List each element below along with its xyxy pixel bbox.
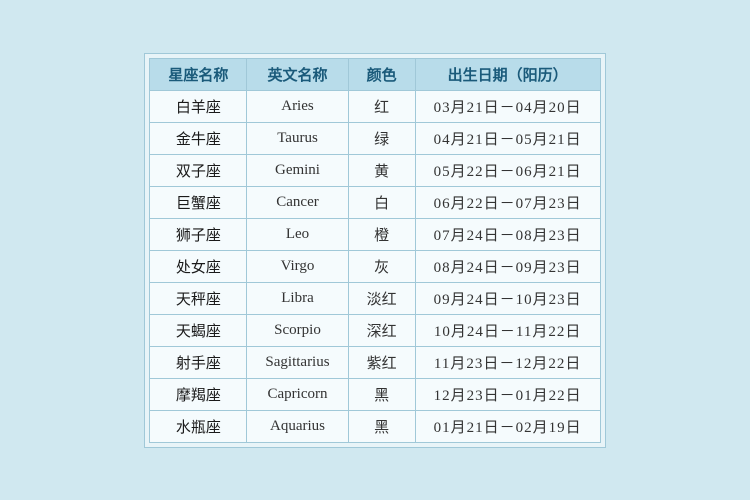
cell-color: 绿 xyxy=(348,122,415,154)
cell-english-name: Gemini xyxy=(247,154,348,186)
header-english-name: 英文名称 xyxy=(247,58,348,90)
cell-color: 黄 xyxy=(348,154,415,186)
table-body: 白羊座Aries红03月21日－04月20日金牛座Taurus绿04月21日－0… xyxy=(150,90,600,442)
cell-chinese-name: 天蝎座 xyxy=(150,314,247,346)
cell-english-name: Cancer xyxy=(247,186,348,218)
zodiac-table-container: 星座名称 英文名称 颜色 出生日期（阳历） 白羊座Aries红03月21日－04… xyxy=(144,53,605,448)
table-row: 天蝎座Scorpio深红10月24日－11月22日 xyxy=(150,314,600,346)
cell-dates: 05月22日－06月21日 xyxy=(415,154,600,186)
header-color: 颜色 xyxy=(348,58,415,90)
cell-english-name: Virgo xyxy=(247,250,348,282)
cell-color: 灰 xyxy=(348,250,415,282)
cell-color: 黑 xyxy=(348,378,415,410)
cell-dates: 08月24日－09月23日 xyxy=(415,250,600,282)
cell-color: 深红 xyxy=(348,314,415,346)
cell-chinese-name: 金牛座 xyxy=(150,122,247,154)
cell-dates: 04月21日－05月21日 xyxy=(415,122,600,154)
table-row: 摩羯座Capricorn黑12月23日－01月22日 xyxy=(150,378,600,410)
cell-chinese-name: 白羊座 xyxy=(150,90,247,122)
cell-color: 橙 xyxy=(348,218,415,250)
header-chinese-name: 星座名称 xyxy=(150,58,247,90)
table-row: 水瓶座Aquarius黑01月21日－02月19日 xyxy=(150,410,600,442)
table-row: 白羊座Aries红03月21日－04月20日 xyxy=(150,90,600,122)
cell-chinese-name: 双子座 xyxy=(150,154,247,186)
table-row: 双子座Gemini黄05月22日－06月21日 xyxy=(150,154,600,186)
cell-english-name: Aries xyxy=(247,90,348,122)
cell-chinese-name: 摩羯座 xyxy=(150,378,247,410)
table-row: 天秤座Libra淡红09月24日－10月23日 xyxy=(150,282,600,314)
cell-dates: 07月24日－08月23日 xyxy=(415,218,600,250)
cell-color: 红 xyxy=(348,90,415,122)
cell-chinese-name: 射手座 xyxy=(150,346,247,378)
cell-english-name: Leo xyxy=(247,218,348,250)
header-dates: 出生日期（阳历） xyxy=(415,58,600,90)
cell-english-name: Capricorn xyxy=(247,378,348,410)
cell-dates: 03月21日－04月20日 xyxy=(415,90,600,122)
table-row: 射手座Sagittarius紫红11月23日－12月22日 xyxy=(150,346,600,378)
cell-chinese-name: 巨蟹座 xyxy=(150,186,247,218)
cell-color: 白 xyxy=(348,186,415,218)
table-row: 处女座Virgo灰08月24日－09月23日 xyxy=(150,250,600,282)
cell-chinese-name: 处女座 xyxy=(150,250,247,282)
cell-chinese-name: 天秤座 xyxy=(150,282,247,314)
cell-english-name: Sagittarius xyxy=(247,346,348,378)
cell-dates: 09月24日－10月23日 xyxy=(415,282,600,314)
cell-dates: 12月23日－01月22日 xyxy=(415,378,600,410)
table-row: 狮子座Leo橙07月24日－08月23日 xyxy=(150,218,600,250)
cell-dates: 11月23日－12月22日 xyxy=(415,346,600,378)
zodiac-table: 星座名称 英文名称 颜色 出生日期（阳历） 白羊座Aries红03月21日－04… xyxy=(149,58,600,443)
cell-english-name: Taurus xyxy=(247,122,348,154)
table-header-row: 星座名称 英文名称 颜色 出生日期（阳历） xyxy=(150,58,600,90)
cell-dates: 10月24日－11月22日 xyxy=(415,314,600,346)
cell-color: 黑 xyxy=(348,410,415,442)
cell-english-name: Aquarius xyxy=(247,410,348,442)
cell-color: 紫红 xyxy=(348,346,415,378)
cell-color: 淡红 xyxy=(348,282,415,314)
cell-english-name: Libra xyxy=(247,282,348,314)
cell-chinese-name: 水瓶座 xyxy=(150,410,247,442)
cell-dates: 01月21日－02月19日 xyxy=(415,410,600,442)
table-row: 金牛座Taurus绿04月21日－05月21日 xyxy=(150,122,600,154)
cell-chinese-name: 狮子座 xyxy=(150,218,247,250)
table-row: 巨蟹座Cancer白06月22日－07月23日 xyxy=(150,186,600,218)
cell-dates: 06月22日－07月23日 xyxy=(415,186,600,218)
cell-english-name: Scorpio xyxy=(247,314,348,346)
